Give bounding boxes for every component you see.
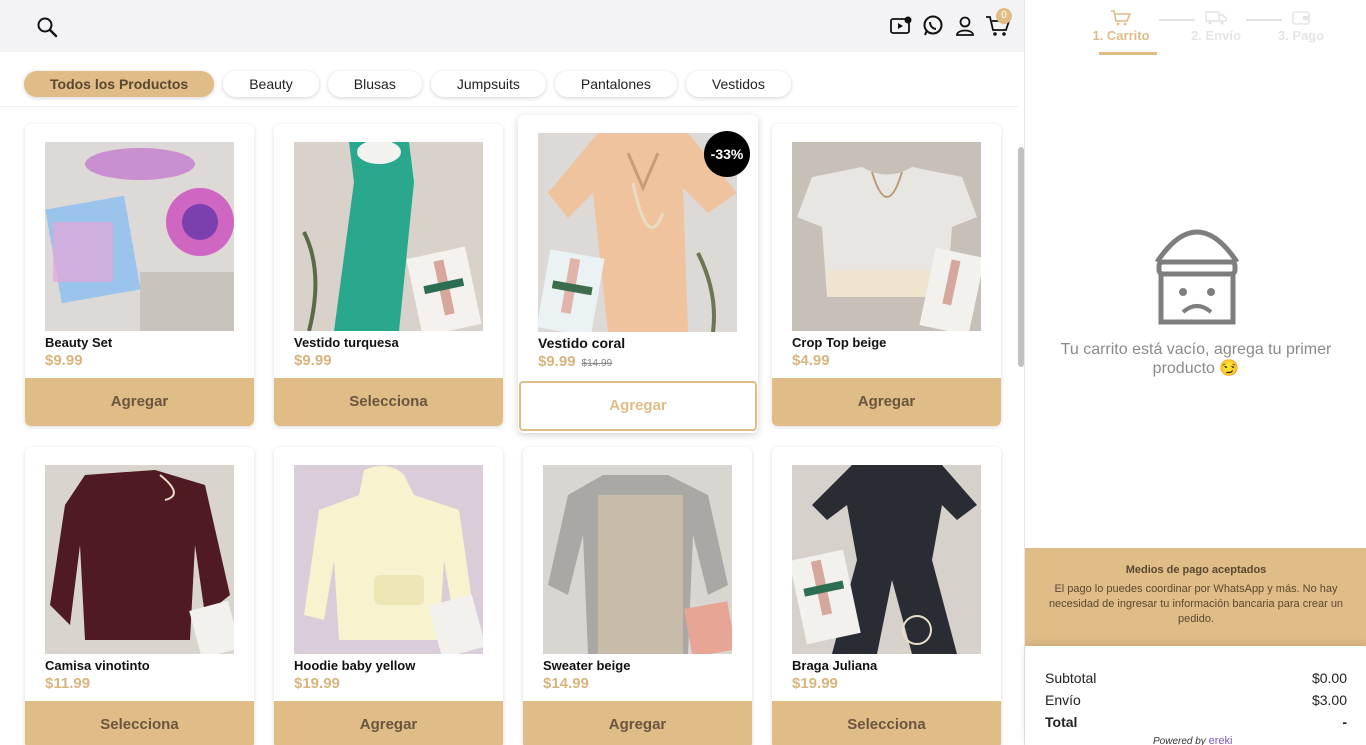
- category-chip[interactable]: Vestidos: [685, 71, 791, 97]
- category-chip[interactable]: Jumpsuits: [430, 71, 546, 97]
- product-name: Braga Juliana: [792, 658, 878, 673]
- category-chip[interactable]: Beauty: [223, 71, 319, 97]
- product-image: [294, 465, 483, 654]
- product-price: $19.99: [294, 675, 340, 692]
- payment-title: Medios de pago aceptados: [1125, 564, 1267, 576]
- category-chip[interactable]: Pantalones: [554, 71, 677, 97]
- cart-sidebar: 1. Carrito 2. Envío 3. Pago Tu carrito e…: [1024, 0, 1366, 745]
- product-image: [294, 142, 483, 331]
- divider: [0, 106, 1018, 107]
- payment-methods-panel: Medios de pago aceptados El pago lo pued…: [1025, 548, 1366, 646]
- product-card[interactable]: Beauty Set $9.99 Agregar: [25, 124, 254, 426]
- add-to-cart-button[interactable]: Agregar: [523, 701, 752, 745]
- step-shipping[interactable]: 2. Envío: [1176, 10, 1256, 43]
- product-name: Crop Top beige: [792, 335, 887, 350]
- subtotal-row: Subtotal $0.00: [1045, 670, 1347, 686]
- product-image: [45, 142, 234, 331]
- wallet-icon: [1290, 10, 1312, 26]
- total-row: Total -: [1045, 714, 1347, 730]
- product-old-price: $14.99: [581, 358, 613, 369]
- empty-cart-message: Tu carrito está vacío, agrega tu primer …: [1060, 341, 1332, 377]
- discount-badge: -33%: [704, 131, 750, 177]
- cart-count-badge: 0: [996, 8, 1012, 24]
- product-card[interactable]: Sweater beige $14.99 Agregar: [523, 447, 752, 745]
- add-to-cart-button[interactable]: Agregar: [772, 378, 1001, 426]
- category-filters: Todos los Productos Beauty Blusas Jumpsu…: [24, 71, 791, 97]
- category-chip[interactable]: Blusas: [327, 71, 422, 97]
- product-price: $4.99: [792, 352, 830, 369]
- product-name: Vestido turquesa: [294, 335, 399, 350]
- product-price: $11.99: [45, 675, 91, 692]
- cart-icon: [1110, 10, 1132, 26]
- product-price: $19.99: [792, 675, 838, 692]
- product-card[interactable]: -33% Vestido coral $9.99 $14.99 Agregar: [518, 115, 758, 433]
- video-icon[interactable]: [889, 14, 913, 38]
- product-image: [543, 465, 732, 654]
- product-card[interactable]: Vestido turquesa $9.99 Selecciona: [274, 124, 503, 426]
- product-card[interactable]: Braga Juliana $19.99 Selecciona: [772, 447, 1001, 745]
- order-totals: Subtotal $0.00 Envío $3.00 Total - Powered …: [1025, 646, 1366, 745]
- product-price: $9.99 $14.99: [538, 353, 613, 370]
- product-name: Sweater beige: [543, 658, 631, 673]
- product-price: $14.99: [543, 675, 589, 692]
- product-name: Camisa vinotinto: [45, 658, 150, 673]
- select-options-button[interactable]: Selecciona: [772, 701, 1001, 745]
- step-cart[interactable]: 1. Carrito: [1081, 10, 1161, 55]
- add-to-cart-button[interactable]: Agregar: [274, 701, 503, 745]
- checkout-steps: 1. Carrito 2. Envío 3. Pago: [1081, 10, 1341, 55]
- select-options-button[interactable]: Selecciona: [274, 378, 503, 426]
- product-card[interactable]: Hoodie baby yellow $19.99 Agregar: [274, 447, 503, 745]
- product-card[interactable]: Camisa vinotinto $11.99 Selecciona: [25, 447, 254, 745]
- product-name: Beauty Set: [45, 335, 113, 350]
- product-image: [792, 465, 981, 654]
- add-to-cart-button[interactable]: Agregar: [25, 378, 254, 426]
- product-name: Vestido coral: [538, 335, 626, 351]
- product-image: [792, 142, 981, 331]
- product-price: $9.99: [45, 352, 83, 369]
- empty-store-icon: [1153, 222, 1241, 328]
- top-bar: 0: [0, 0, 1024, 52]
- store-app: 0 Todos los Productos Beauty Blusas Jump…: [0, 0, 1366, 745]
- product-name: Hoodie baby yellow: [294, 658, 416, 673]
- product-card[interactable]: Crop Top beige $4.99 Agregar: [772, 124, 1001, 426]
- powered-by[interactable]: Powered by ereki: [1153, 735, 1232, 745]
- category-chip[interactable]: Todos los Productos: [24, 71, 215, 97]
- truck-icon: [1205, 10, 1227, 26]
- search-icon[interactable]: [36, 16, 58, 38]
- select-options-button[interactable]: Selecciona: [25, 701, 254, 745]
- product-image: [45, 465, 234, 654]
- payment-description: El pago lo puedes coordinar por WhatsApp…: [1048, 583, 1344, 625]
- whatsapp-icon[interactable]: [921, 14, 945, 38]
- product-price: $9.99: [294, 352, 332, 369]
- header-icons: [889, 14, 1011, 38]
- step-payment[interactable]: 3. Pago: [1261, 10, 1341, 43]
- add-to-cart-button[interactable]: Agregar: [519, 381, 757, 431]
- user-icon[interactable]: [953, 14, 977, 38]
- shipping-row: Envío $3.00: [1045, 692, 1347, 708]
